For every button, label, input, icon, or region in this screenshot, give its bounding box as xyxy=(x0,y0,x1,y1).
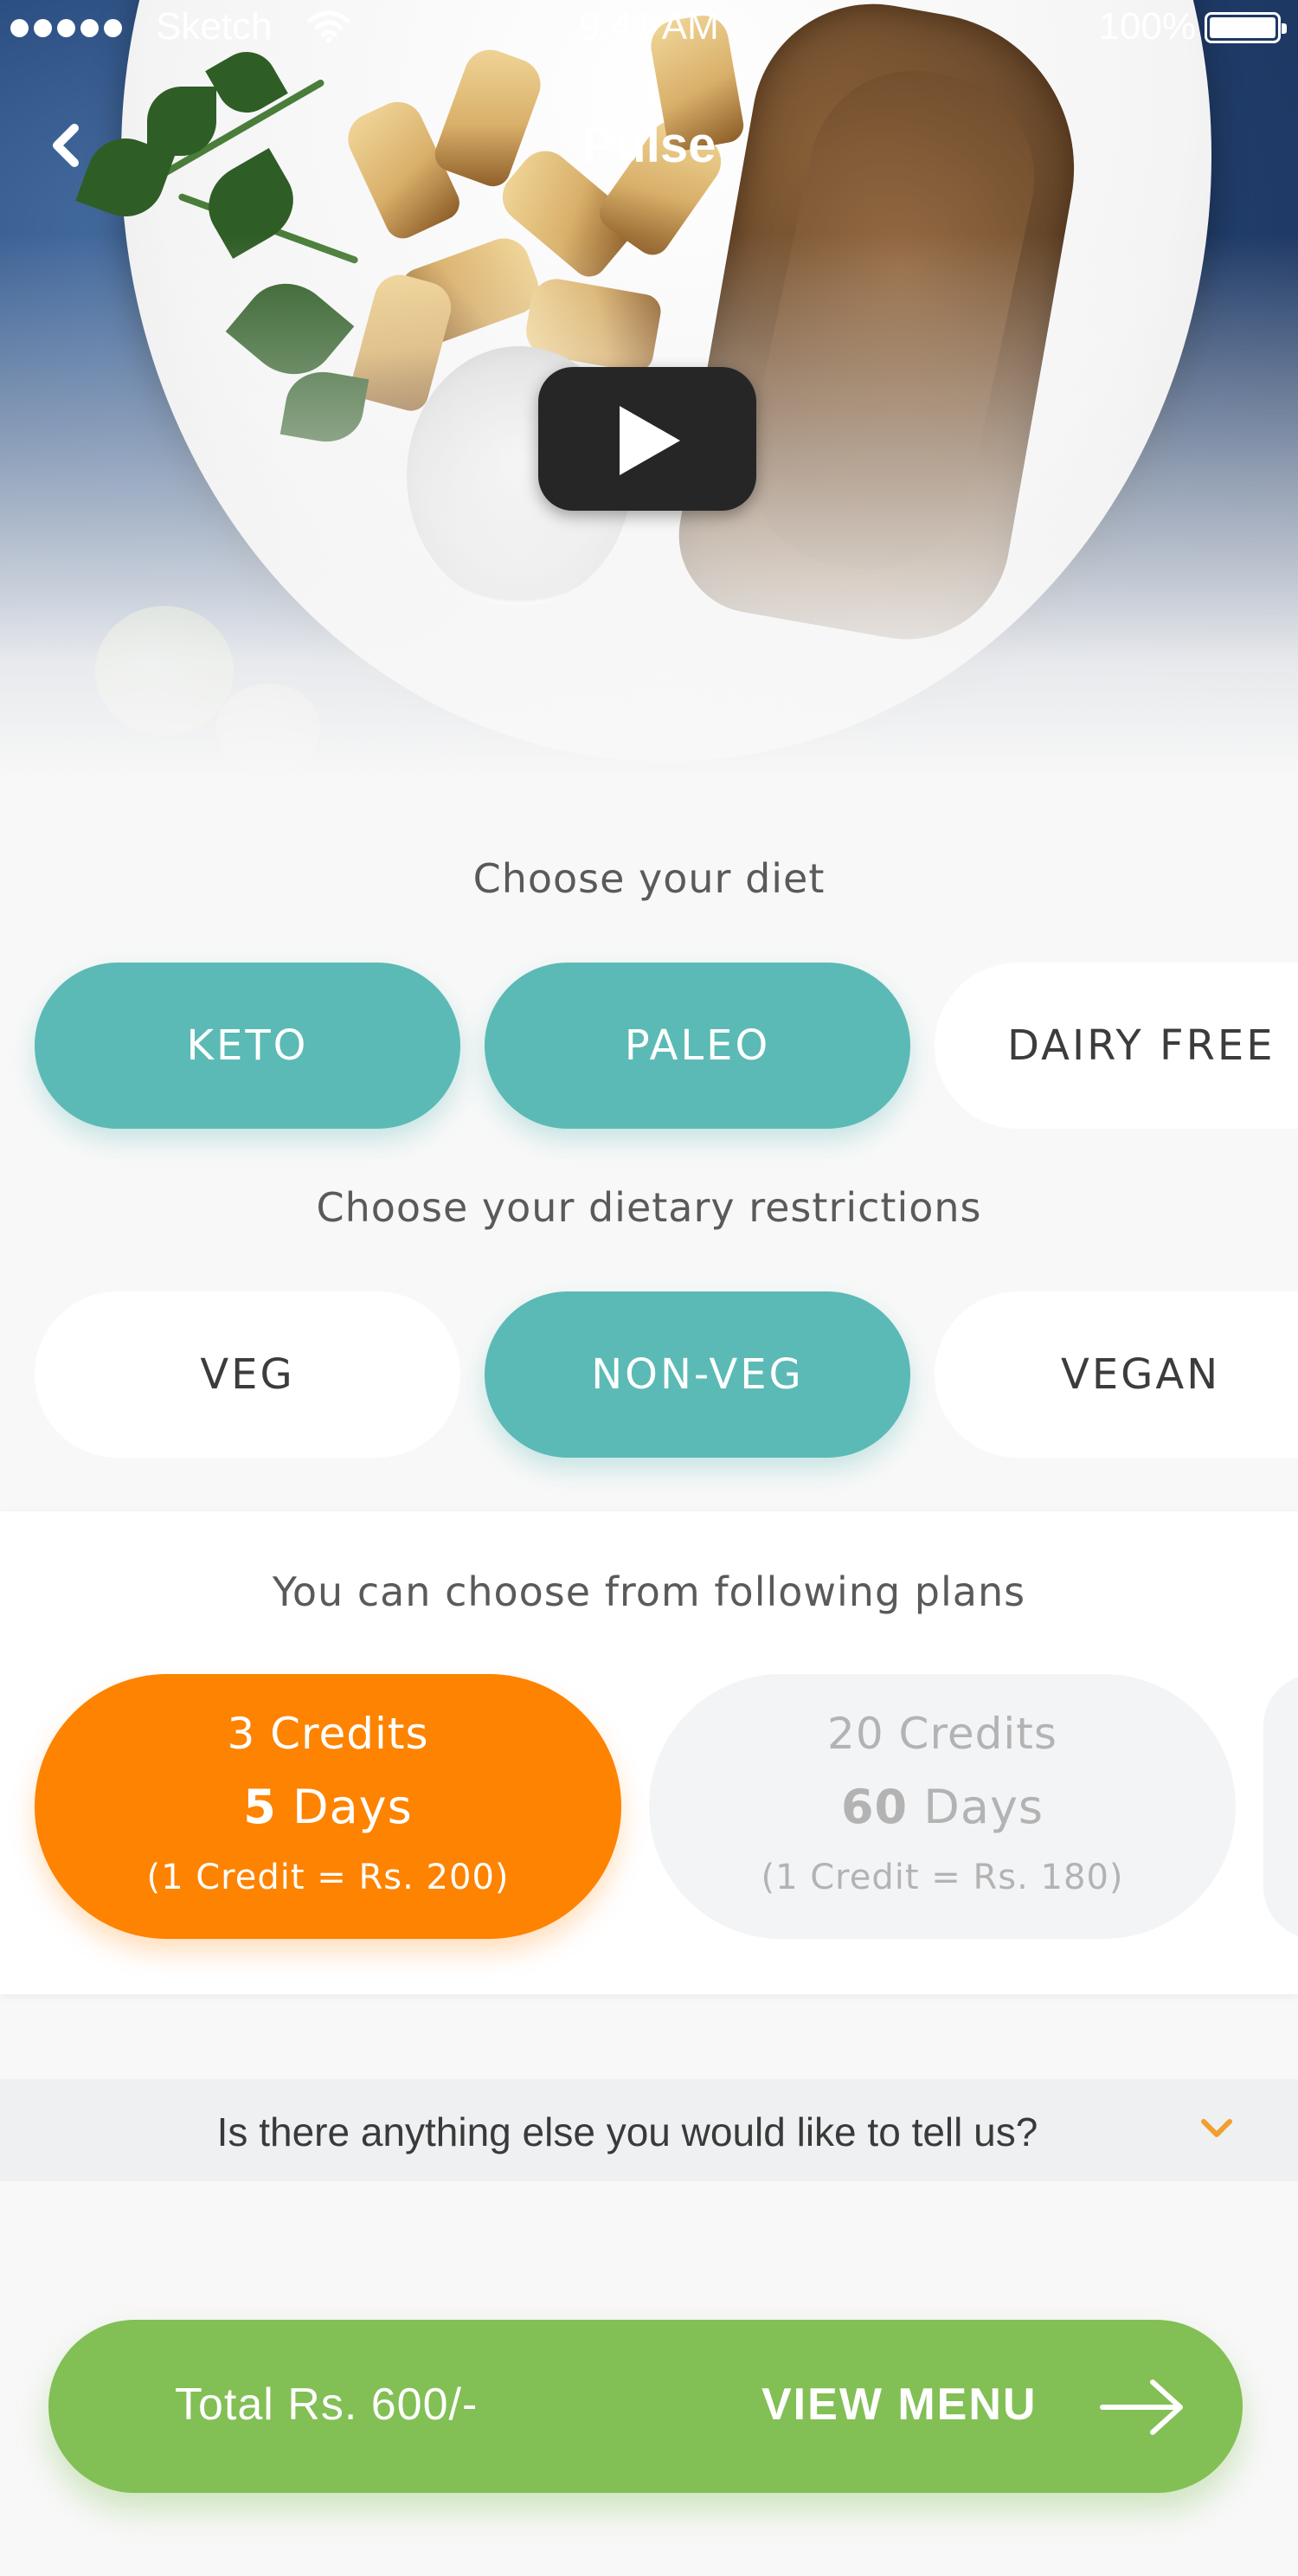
restriction-option-label: VEG xyxy=(200,1350,295,1399)
diet-option-label: PALEO xyxy=(624,1021,771,1070)
total-price: Total Rs. 600/- xyxy=(175,2380,479,2430)
diet-option-label: KETO xyxy=(186,1021,309,1070)
plan-credits: 3 Credits xyxy=(227,1709,429,1759)
plan-card-next-peek[interactable] xyxy=(1263,1674,1298,1939)
plan-days-number: 60 xyxy=(840,1780,909,1834)
page-title: Pulse xyxy=(582,117,716,173)
plan-card-3-credits[interactable]: 3 Credits 5 Days (1 Credit = Rs. 200) xyxy=(35,1674,621,1939)
play-video-button[interactable] xyxy=(538,367,756,511)
additional-notes-toggle[interactable]: Is there anything else you would like to… xyxy=(0,2079,1298,2181)
restrictions-label: Choose your dietary restrictions xyxy=(316,1184,982,1231)
diet-option-dairy-free[interactable]: DAIRY FREE xyxy=(935,963,1298,1129)
play-icon xyxy=(620,406,680,475)
restriction-option-label: NON-VEG xyxy=(591,1350,804,1399)
diet-label: Choose your diet xyxy=(472,855,826,902)
diet-option-label: DAIRY FREE xyxy=(1007,1021,1276,1070)
plan-credits: 20 Credits xyxy=(827,1709,1057,1759)
restriction-option-label: VEGAN xyxy=(1061,1350,1221,1399)
diet-option-keto[interactable]: KETO xyxy=(35,963,460,1129)
view-menu-button[interactable]: Total Rs. 600/- VIEW MENU xyxy=(48,2320,1243,2493)
plan-days-unit: Days xyxy=(923,1780,1044,1834)
plan-card-20-credits[interactable]: 20 Credits 60 Days (1 Credit = Rs. 180) xyxy=(649,1674,1236,1939)
plan-duration: 60 Days xyxy=(649,1780,1236,1834)
chevron-down-icon xyxy=(1201,2119,1232,2137)
restriction-option-veg[interactable]: VEG xyxy=(35,1291,460,1458)
plan-rate: (1 Credit = Rs. 200) xyxy=(146,1858,510,1897)
plans-label: You can choose from following plans xyxy=(272,1568,1026,1615)
restriction-option-non-veg[interactable]: NON-VEG xyxy=(485,1291,910,1458)
plan-days-number: 5 xyxy=(243,1780,277,1834)
plan-duration: 5 Days xyxy=(35,1780,621,1834)
screen: Sketch 9:41 AM 100% Pulse Choose your di… xyxy=(0,0,1298,2576)
restriction-option-vegan[interactable]: VEGAN xyxy=(935,1291,1298,1458)
battery-percent: 100% xyxy=(1098,5,1196,48)
plan-days-unit: Days xyxy=(292,1780,413,1834)
plan-rate: (1 Credit = Rs. 180) xyxy=(761,1858,1124,1897)
diet-option-paleo[interactable]: PALEO xyxy=(485,963,910,1129)
arrow-right-icon xyxy=(1100,2380,1183,2435)
battery-icon xyxy=(1205,12,1287,43)
notes-question: Is there anything else you would like to… xyxy=(216,2109,1038,2154)
status-bar: Sketch 9:41 AM 100% xyxy=(0,0,1298,54)
view-menu-label: VIEW MENU xyxy=(761,2380,1038,2430)
